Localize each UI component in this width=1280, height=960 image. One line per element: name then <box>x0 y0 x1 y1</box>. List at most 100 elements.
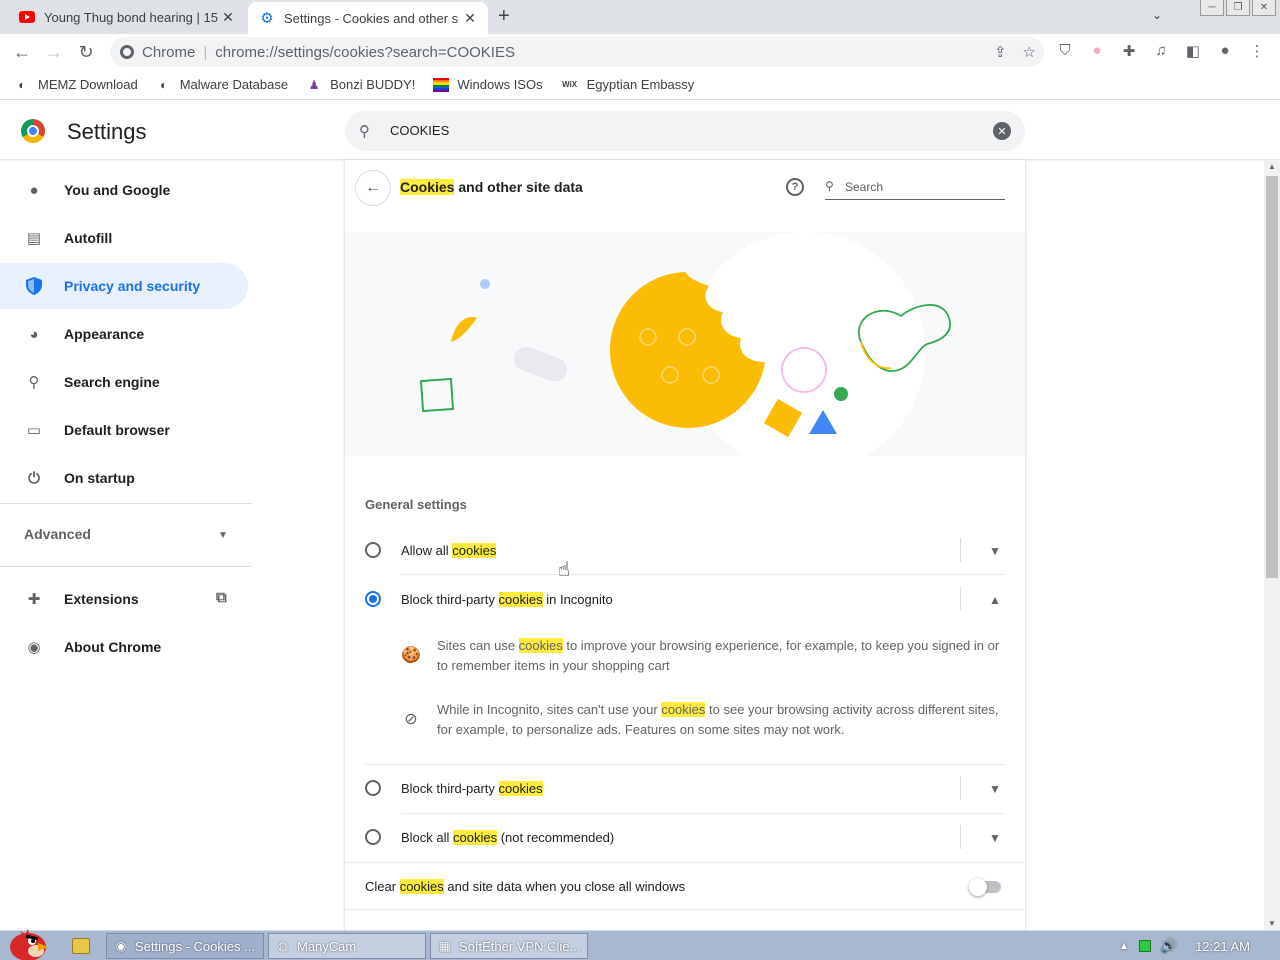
taskbar-button-manycam[interactable]: ◍ ManyCam <box>268 933 426 959</box>
option-label-post: in Incognito <box>542 591 613 607</box>
chevron-down-icon[interactable]: ▼ <box>985 541 1005 561</box>
close-tab-icon[interactable]: ✕ <box>220 9 236 26</box>
back-button[interactable]: ← <box>355 170 391 206</box>
manycam-icon: ◍ <box>277 939 289 953</box>
sidebar-item-you-and-google[interactable]: ● You and Google <box>0 167 248 213</box>
taskbar-button-label: SoftEther VPN Clie... <box>459 938 581 954</box>
option-label: Block third-party cookies in Incognito <box>401 591 613 607</box>
back-arrow-icon[interactable]: ← <box>11 41 33 63</box>
clock[interactable]: 12:21 AM <box>1195 939 1250 954</box>
chevron-down-icon[interactable]: ▼ <box>985 828 1005 848</box>
option-separator <box>960 538 961 562</box>
sidebar-item-autofill[interactable]: ▤ Autofill <box>0 215 248 261</box>
sidebar-item-privacy-and-security[interactable]: Privacy and security <box>0 263 248 309</box>
tab-youtube[interactable]: Young Thug bond hearing | 15 ✕ <box>8 0 246 34</box>
share-icon[interactable]: ⇪ <box>994 43 1007 61</box>
taskbar-button-softether[interactable]: ▦ SoftEther VPN Clie... <box>430 933 588 959</box>
bookmark-label: Bonzi BUDDY! <box>330 77 416 92</box>
chrome-site-icon <box>120 45 134 59</box>
settings-search-input[interactable]: ⚲ COOKIES ✕ <box>345 111 1025 151</box>
bookmark-malware-database[interactable]: ◐ Malware Database <box>156 77 288 93</box>
sidebar-item-search-engine[interactable]: ⚲ Search engine <box>0 359 248 405</box>
sidebar-item-label: Appearance <box>64 326 145 342</box>
side-panel-icon[interactable]: ◧ <box>1184 42 1202 60</box>
ublock-icon[interactable]: ⛉ <box>1056 42 1074 60</box>
power-icon: ⏻ <box>28 469 40 487</box>
sidebar-item-label: About Chrome <box>64 639 162 655</box>
help-icon[interactable]: ? <box>786 178 804 196</box>
flag-extension-icon[interactable]: ● <box>1088 42 1106 60</box>
subpage-search-input[interactable]: ⚲ Search <box>825 178 1005 200</box>
clear-on-exit-toggle[interactable] <box>969 878 1001 896</box>
bookmark-egyptian-embassy[interactable]: WiX Egyptian Embassy <box>561 77 695 93</box>
clear-on-exit-row[interactable]: Clear cookies and site data when you clo… <box>345 862 1025 910</box>
block-icon: ⊘ <box>404 711 418 728</box>
media-queue-icon[interactable]: ♫ <box>1152 42 1170 60</box>
subpage-title: Cookies and other site data <box>400 179 583 195</box>
scroll-up-arrow-icon[interactable]: ▲ <box>1268 162 1276 171</box>
search-value[interactable]: COOKIES <box>390 123 449 138</box>
clear-label-post: and site data when you close all windows <box>443 878 686 894</box>
restore-button[interactable]: ❐ <box>1226 0 1250 16</box>
folder-quicklaunch-icon[interactable] <box>72 938 90 954</box>
forward-arrow-icon[interactable]: → <box>43 41 65 63</box>
search-icon: ⚲ <box>28 374 40 391</box>
wix-icon: WiX <box>562 80 578 89</box>
new-tab-button[interactable]: + <box>498 5 510 28</box>
sidebar-item-label: Autofill <box>64 230 113 246</box>
sidebar-item-appearance[interactable]: ◕ Appearance <box>0 311 248 357</box>
tray-expand-icon[interactable]: ▲ <box>1119 941 1129 952</box>
sidebar-advanced-toggle[interactable]: Advanced ▼ <box>0 511 248 557</box>
start-button[interactable] <box>2 923 50 960</box>
window-controls: ─ ❐ ✕ <box>1200 0 1276 18</box>
radio-block-third-party-incognito[interactable] <box>365 591 381 607</box>
radio-allow-all[interactable] <box>365 542 381 558</box>
site-label: Chrome <box>142 43 196 61</box>
menu-kebab-icon[interactable]: ⋮ <box>1248 42 1266 60</box>
profile-avatar-icon[interactable]: ● <box>1216 42 1234 60</box>
radio-block-all[interactable] <box>365 829 381 845</box>
option-label: Allow all cookies <box>401 542 497 558</box>
close-window-button[interactable]: ✕ <box>1252 0 1276 16</box>
bookmark-label: Egyptian Embassy <box>586 77 695 92</box>
extension-toolbar: ⛉ ● ✚ ♫ ◧ ● ⋮ <box>1056 42 1266 60</box>
bookmark-star-icon[interactable]: ☆ <box>1023 43 1036 61</box>
scrollbar-thumb[interactable] <box>1266 176 1278 578</box>
option-block-third-party-incognito[interactable]: Block third-party cookies in Incognito ▲ <box>365 575 1005 623</box>
taskbar-button-chrome[interactable]: ◉ Settings - Cookies ... <box>106 933 264 959</box>
tab-title: Settings - Cookies and other s <box>284 10 459 26</box>
bookmark-memz-download[interactable]: ◐ MEMZ Download <box>14 77 137 93</box>
chevron-down-icon[interactable]: ▼ <box>985 779 1005 799</box>
sidebar-item-extensions[interactable]: ✚ Extensions ⧉ <box>0 576 248 622</box>
hand-cursor-icon: ☝ <box>558 559 571 581</box>
reload-icon[interactable]: ↻ <box>75 41 97 63</box>
radio-block-third-party[interactable] <box>365 780 381 796</box>
minimize-button[interactable]: ─ <box>1200 0 1224 16</box>
network-icon[interactable] <box>1138 940 1151 952</box>
sidebar-item-default-browser[interactable]: ▭ Default browser <box>0 407 248 453</box>
option-block-all-cookies[interactable]: Block all cookies (not recommended) ▼ <box>365 813 1005 861</box>
vpn-icon: ▦ <box>439 939 451 953</box>
url-text[interactable]: chrome://settings/cookies?search=COOKIES <box>215 44 515 61</box>
puzzle-icon[interactable]: ✚ <box>1120 42 1138 60</box>
bookmark-windows-isos[interactable]: Windows ISOs <box>433 77 543 93</box>
option-block-third-party[interactable]: Block third-party cookies ▼ <box>365 764 1005 812</box>
tab-search-chevron-icon[interactable]: ⌄ <box>1152 8 1162 22</box>
page-scrollbar[interactable]: ▲ ▼ <box>1264 160 1280 930</box>
url-separator: | <box>203 43 208 61</box>
sidebar-item-label: Privacy and security <box>64 278 201 294</box>
address-bar[interactable]: Chrome | chrome://settings/cookies?searc… <box>110 37 1044 67</box>
chevron-up-icon[interactable]: ▲ <box>985 590 1005 610</box>
scroll-down-arrow-icon[interactable]: ▼ <box>1268 919 1276 928</box>
bonzi-icon: ♟ <box>308 77 320 92</box>
clear-search-icon[interactable]: ✕ <box>993 122 1011 140</box>
sidebar-item-about-chrome[interactable]: ◉ About Chrome <box>0 624 248 670</box>
bookmark-bonzi-buddy[interactable]: ♟ Bonzi BUDDY! <box>306 77 416 93</box>
volume-icon[interactable]: 🔊 <box>1161 938 1177 954</box>
cookies-settings-card: ← Cookies and other site data ? ⚲ Search <box>345 160 1025 930</box>
sidebar-item-on-startup[interactable]: ⏻ On startup <box>0 455 248 501</box>
option-allow-all-cookies[interactable]: Allow all cookies ▼ <box>365 526 1005 574</box>
tab-settings[interactable]: ⚙ Settings - Cookies and other s ✕ <box>248 2 488 34</box>
rainbow-icon <box>433 77 450 93</box>
close-tab-icon[interactable]: ✕ <box>462 10 478 27</box>
